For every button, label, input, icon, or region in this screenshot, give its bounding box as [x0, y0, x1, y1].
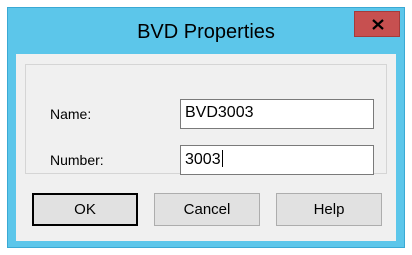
- cancel-button[interactable]: Cancel: [154, 193, 260, 226]
- number-field[interactable]: 3003: [180, 145, 374, 175]
- close-button[interactable]: [354, 11, 400, 37]
- dialog-window: BVD Properties Name: BVD3003 Number: 300…: [7, 7, 405, 248]
- number-label: Number:: [50, 152, 104, 168]
- dialog-body: Name: BVD3003 Number: 3003 OK Cancel Hel…: [16, 54, 396, 241]
- name-field[interactable]: BVD3003: [180, 99, 374, 129]
- properties-group: Name: BVD3003 Number: 3003: [25, 64, 387, 175]
- title-bar[interactable]: BVD Properties: [8, 8, 404, 54]
- number-value: 3003: [185, 151, 221, 168]
- help-button[interactable]: Help: [276, 193, 382, 226]
- dialog-title: BVD Properties: [137, 21, 275, 43]
- name-label: Name:: [50, 106, 92, 122]
- close-icon: [372, 19, 384, 30]
- text-caret: [221, 150, 223, 167]
- name-value: BVD3003: [185, 104, 254, 121]
- ok-button[interactable]: OK: [32, 193, 138, 226]
